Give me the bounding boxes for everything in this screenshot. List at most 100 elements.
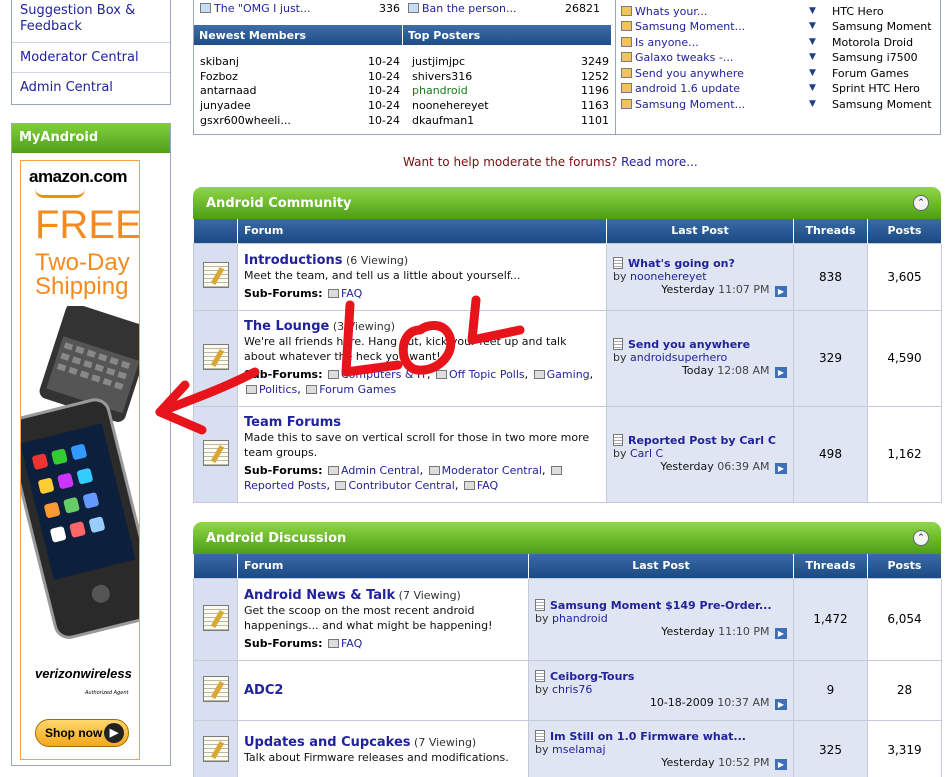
go-to-last-post-icon[interactable]: ▶	[775, 759, 787, 770]
read-more-link[interactable]: Read more...	[621, 155, 698, 169]
newest-member-link[interactable]: antarnaad	[200, 84, 257, 97]
forum-title-link[interactable]: Introductions	[244, 253, 343, 268]
latest-forum-link[interactable]: Samsung i7500	[832, 51, 918, 64]
top-poster-link[interactable]: dkaufman1	[412, 114, 474, 127]
newest-member-link[interactable]: gsxr600wheeli...	[200, 114, 291, 127]
go-to-last-post-icon[interactable]: ▶	[775, 367, 787, 378]
latest-forum-link[interactable]: Motorola Droid	[832, 36, 913, 49]
latest-forum-link[interactable]: Sprint HTC Hero	[832, 82, 920, 95]
last-post-title[interactable]: Ceiborg-Tours	[550, 670, 634, 683]
latest-forum-link[interactable]: Samsung Moment	[832, 98, 932, 111]
subforum-link[interactable]: Admin Central	[341, 464, 420, 477]
top-poster-link[interactable]: justjimjpc	[412, 55, 465, 68]
subforums-label: Sub-Forums:	[244, 636, 323, 650]
go-to-last-post-icon[interactable]: ▶	[775, 699, 787, 710]
last-post-title[interactable]: Samsung Moment $149 Pre-Order...	[550, 599, 772, 612]
forum-cell: Introductions (6 Viewing) Meet the team,…	[237, 242, 607, 311]
last-post-title[interactable]: Im Still on 1.0 Firmware what...	[550, 730, 746, 743]
subforum-link[interactable]: FAQ	[477, 479, 498, 492]
top-poster-link[interactable]: phandroid	[412, 84, 468, 97]
header-threads: Threads	[793, 554, 868, 578]
last-post-author[interactable]: phandroid	[552, 612, 608, 625]
stats-thread-link[interactable]: Ban the person...	[422, 2, 517, 15]
forum-title-link[interactable]: ADC2	[244, 683, 283, 698]
shop-now-button[interactable]: Shop now ▶	[35, 719, 129, 747]
last-post-author[interactable]: Carl C	[630, 447, 663, 460]
go-to-last-post-icon[interactable]: ▶	[775, 285, 787, 297]
last-post-author[interactable]: androidsuperhero	[630, 351, 727, 364]
latest-thread-link[interactable]: Send you anywhere	[635, 67, 744, 80]
moderate-help-text: Want to help moderate the forums? Read m…	[403, 155, 698, 169]
latest-thread-link[interactable]: Samsung Moment...	[635, 98, 745, 111]
go-to-last-post-icon[interactable]: ▶	[775, 463, 787, 474]
folder-icon	[621, 99, 632, 109]
go-to-last-post-icon[interactable]: ▶	[775, 628, 787, 639]
subforum-link[interactable]: Gaming	[547, 368, 590, 381]
last-post-title[interactable]: Reported Post by Carl C	[628, 434, 776, 447]
forum-status-icon	[202, 439, 229, 466]
latest-thread-row[interactable]: android 1.6 update	[621, 82, 740, 95]
forum-title-link[interactable]: Updates and Cupcakes	[244, 735, 411, 750]
subforum-link[interactable]: Forum Games	[319, 383, 396, 396]
newest-member-link[interactable]: skibanj	[200, 55, 239, 68]
forum-status-icon	[202, 675, 229, 702]
newest-member-link[interactable]: Fozboz	[200, 70, 238, 83]
latest-thread-row[interactable]: Is anyone...	[621, 36, 699, 49]
last-post-title[interactable]: Send you anywhere	[628, 338, 750, 351]
latest-forum-link[interactable]: HTC Hero	[832, 5, 884, 18]
last-post-title[interactable]: What's going on?	[628, 257, 735, 270]
amazon-ad-banner[interactable]: amazon.com FREE Two-Day Shipping verizon…	[20, 160, 140, 760]
latest-forum-link[interactable]: Samsung Moment	[832, 20, 932, 33]
top-poster-link[interactable]: shivers316	[412, 70, 472, 83]
latest-thread-row[interactable]: Samsung Moment...	[621, 98, 745, 111]
subforum-link[interactable]: Off Topic Polls	[449, 368, 525, 381]
top-poster-link[interactable]: noonehereyet	[412, 99, 489, 112]
last-post-cell: Ceiborg-Tours by chris76 10-18-2009 10:3…	[528, 659, 794, 721]
latest-thread-link[interactable]: android 1.6 update	[635, 82, 740, 95]
latest-thread-row[interactable]: Send you anywhere	[621, 67, 744, 80]
down-triangle-icon: ▼	[809, 52, 816, 62]
latest-thread-link[interactable]: Samsung Moment...	[635, 20, 745, 33]
thread-count: 325	[793, 719, 868, 777]
latest-thread-row[interactable]: Galaxo tweaks -...	[621, 51, 733, 64]
subforum-link[interactable]: Moderator Central	[442, 464, 542, 477]
latest-thread-link[interactable]: Whats your...	[635, 5, 707, 18]
newest-member-date: 10-24	[368, 84, 400, 97]
thread-count: 838	[793, 242, 868, 311]
last-post-author[interactable]: mselamaj	[552, 743, 606, 756]
collapse-icon[interactable]: ⌃	[913, 195, 929, 211]
latest-forum-link[interactable]: Forum Games	[832, 67, 909, 80]
forum-title-link[interactable]: Team Forums	[244, 415, 341, 430]
latest-thread-link[interactable]: Is anyone...	[635, 36, 699, 49]
sidebar-link-suggestion-box[interactable]: Suggestion Box & Feedback	[12, 0, 170, 43]
sidebar-link-admin-central[interactable]: Admin Central	[12, 73, 170, 104]
collapse-icon[interactable]: ⌃	[913, 530, 929, 546]
subforum-icon	[327, 466, 339, 475]
forum-description: Made this to save on vertical scroll for…	[244, 431, 590, 459]
forum-title-link[interactable]: The Lounge	[244, 319, 329, 334]
forum-status-icon	[202, 343, 229, 370]
sidebar-link-moderator-central[interactable]: Moderator Central	[12, 43, 170, 73]
subforum-link[interactable]: Computers & IT	[341, 368, 427, 381]
latest-thread-link[interactable]: Galaxo tweaks -...	[635, 51, 733, 64]
forum-title-link[interactable]: Android News & Talk	[244, 588, 395, 603]
forum-row: Updates and Cupcakes (7 Viewing) Talk ab…	[193, 719, 942, 777]
forum-status-cell	[193, 577, 238, 661]
header-posts: Posts	[867, 219, 942, 243]
latest-thread-row[interactable]: Samsung Moment...	[621, 20, 745, 33]
subforum-link[interactable]: Contributor Central	[348, 479, 454, 492]
post-count: 3,605	[867, 242, 942, 311]
table-header-row: Forum Last Post Threads Posts	[193, 219, 942, 243]
subforum-link[interactable]: FAQ	[341, 637, 362, 650]
last-post-author[interactable]: noonehereyet	[630, 270, 707, 283]
subforums: Sub-Forums: FAQ	[244, 286, 600, 301]
latest-thread-row[interactable]: Whats your...	[621, 5, 707, 18]
subforum-link[interactable]: Politics	[259, 383, 297, 396]
last-post-author[interactable]: chris76	[552, 683, 592, 696]
subforum-icon	[327, 288, 339, 298]
newest-member-link[interactable]: junyadee	[200, 99, 251, 112]
subforum-link[interactable]: Reported Posts	[244, 479, 326, 492]
stats-thread-link[interactable]: The "OMG I just...	[214, 2, 311, 15]
last-post-day: Yesterday	[661, 625, 715, 638]
subforum-link[interactable]: FAQ	[341, 287, 362, 300]
